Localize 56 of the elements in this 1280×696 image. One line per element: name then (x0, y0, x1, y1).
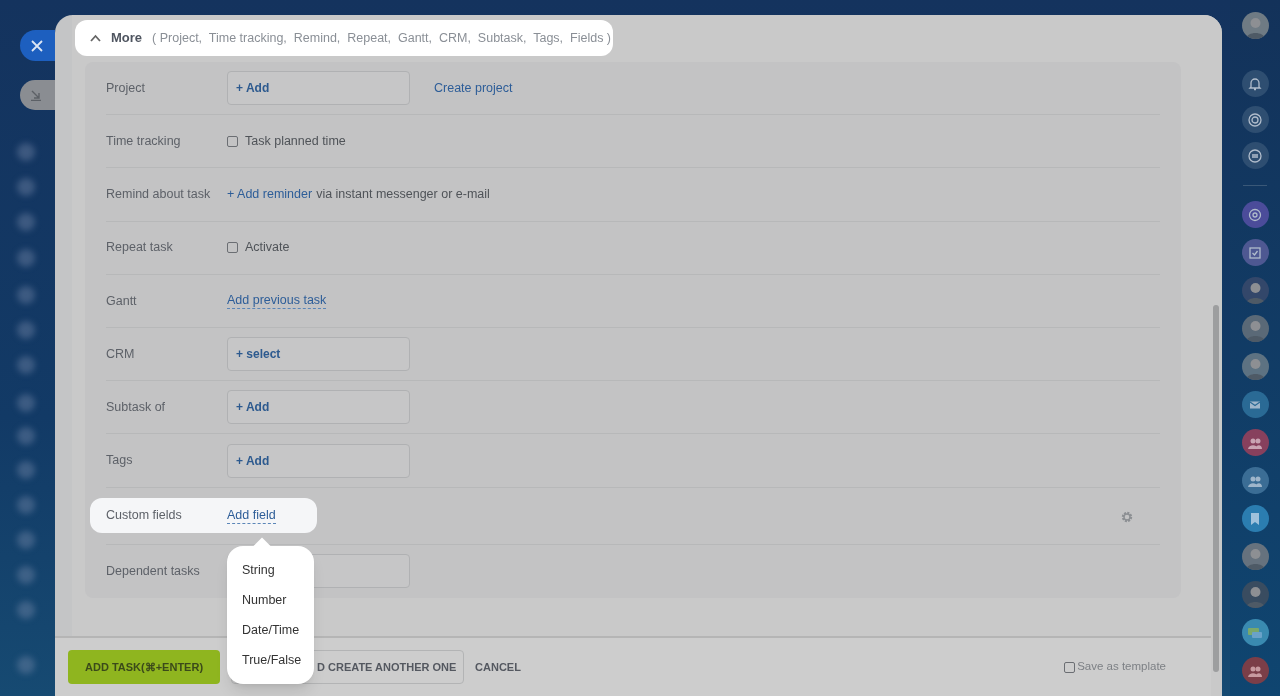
add-button[interactable]: + Add (227, 71, 410, 106)
mail-icon[interactable] (1241, 391, 1269, 418)
section-list: ( Project, Time tracking, Remind, Repeat, Gantt, CRM, Subtask, Tags, Fields ) (152, 28, 612, 48)
field-label: Dependent tasks (106, 563, 201, 580)
settings-icon[interactable] (1121, 510, 1133, 523)
create-link[interactable]: Create project (434, 78, 513, 98)
avatar[interactable] (1241, 581, 1269, 608)
avatar[interactable] (1241, 543, 1269, 570)
checkbox-label: Save as template (1077, 659, 1166, 675)
group-icon[interactable] (1241, 429, 1269, 456)
checkbox-label: Activate (245, 239, 290, 257)
field-label: Tags (106, 452, 134, 470)
checkbox-label: Task planned time (245, 132, 346, 150)
avatar[interactable] (1241, 12, 1269, 39)
collapse-icon (30, 89, 42, 101)
chat-icon[interactable] (1241, 142, 1269, 169)
chat-icon[interactable] (1241, 619, 1269, 646)
minimize-button[interactable] (20, 80, 55, 110)
avatar[interactable] (1241, 353, 1269, 380)
menu-item[interactable]: String (227, 555, 314, 585)
group-icon[interactable] (1241, 657, 1269, 684)
task-icon[interactable] (1241, 239, 1269, 266)
checkbox[interactable] (1064, 661, 1076, 673)
field-label: Gantt (106, 292, 138, 310)
add-link[interactable]: Add field (227, 507, 276, 524)
field-label: CRM (106, 345, 136, 363)
notification-icon[interactable] (1241, 70, 1269, 97)
target-icon[interactable] (1241, 106, 1269, 133)
close-icon (31, 39, 43, 52)
add-button[interactable]: + select (227, 337, 410, 372)
avatar[interactable] (1241, 315, 1269, 342)
field-label: Project (106, 79, 146, 97)
menu-item[interactable]: Date/Time (227, 615, 314, 645)
divider (1243, 185, 1267, 186)
hint-text: via instant messenger or e-mail (316, 186, 490, 204)
scrollbar[interactable] (1213, 305, 1219, 672)
checkbox[interactable] (227, 135, 238, 147)
footer-button[interactable]: ADD TASK(⌘+ENTER) (68, 650, 221, 684)
add-link[interactable]: Add previous task (227, 292, 327, 309)
field-label: Repeat task (106, 239, 174, 257)
field-label: Time tracking (106, 132, 182, 150)
field-label: Custom fields (106, 507, 183, 525)
menu-item[interactable]: Number (227, 585, 314, 615)
more-label: More (111, 29, 143, 48)
group-icon[interactable] (1241, 467, 1269, 494)
field-label: Remind about task (106, 186, 212, 204)
add-button[interactable]: + Add (227, 390, 410, 425)
avatar[interactable] (1241, 277, 1269, 304)
more-header[interactable]: More ( Project, Time tracking, Remind, Repeat, Gantt, CRM, Subtask, Tags, Fields ) (75, 20, 613, 56)
footer-button[interactable]: CANCEL (474, 650, 522, 684)
field-label: Subtask of (106, 398, 167, 416)
add-button[interactable]: + Add (227, 443, 410, 478)
checkbox[interactable] (227, 242, 238, 254)
reminder-link[interactable]: + Add reminder (227, 185, 313, 204)
close-button[interactable] (20, 30, 55, 61)
bookmark-icon[interactable] (1241, 505, 1269, 532)
